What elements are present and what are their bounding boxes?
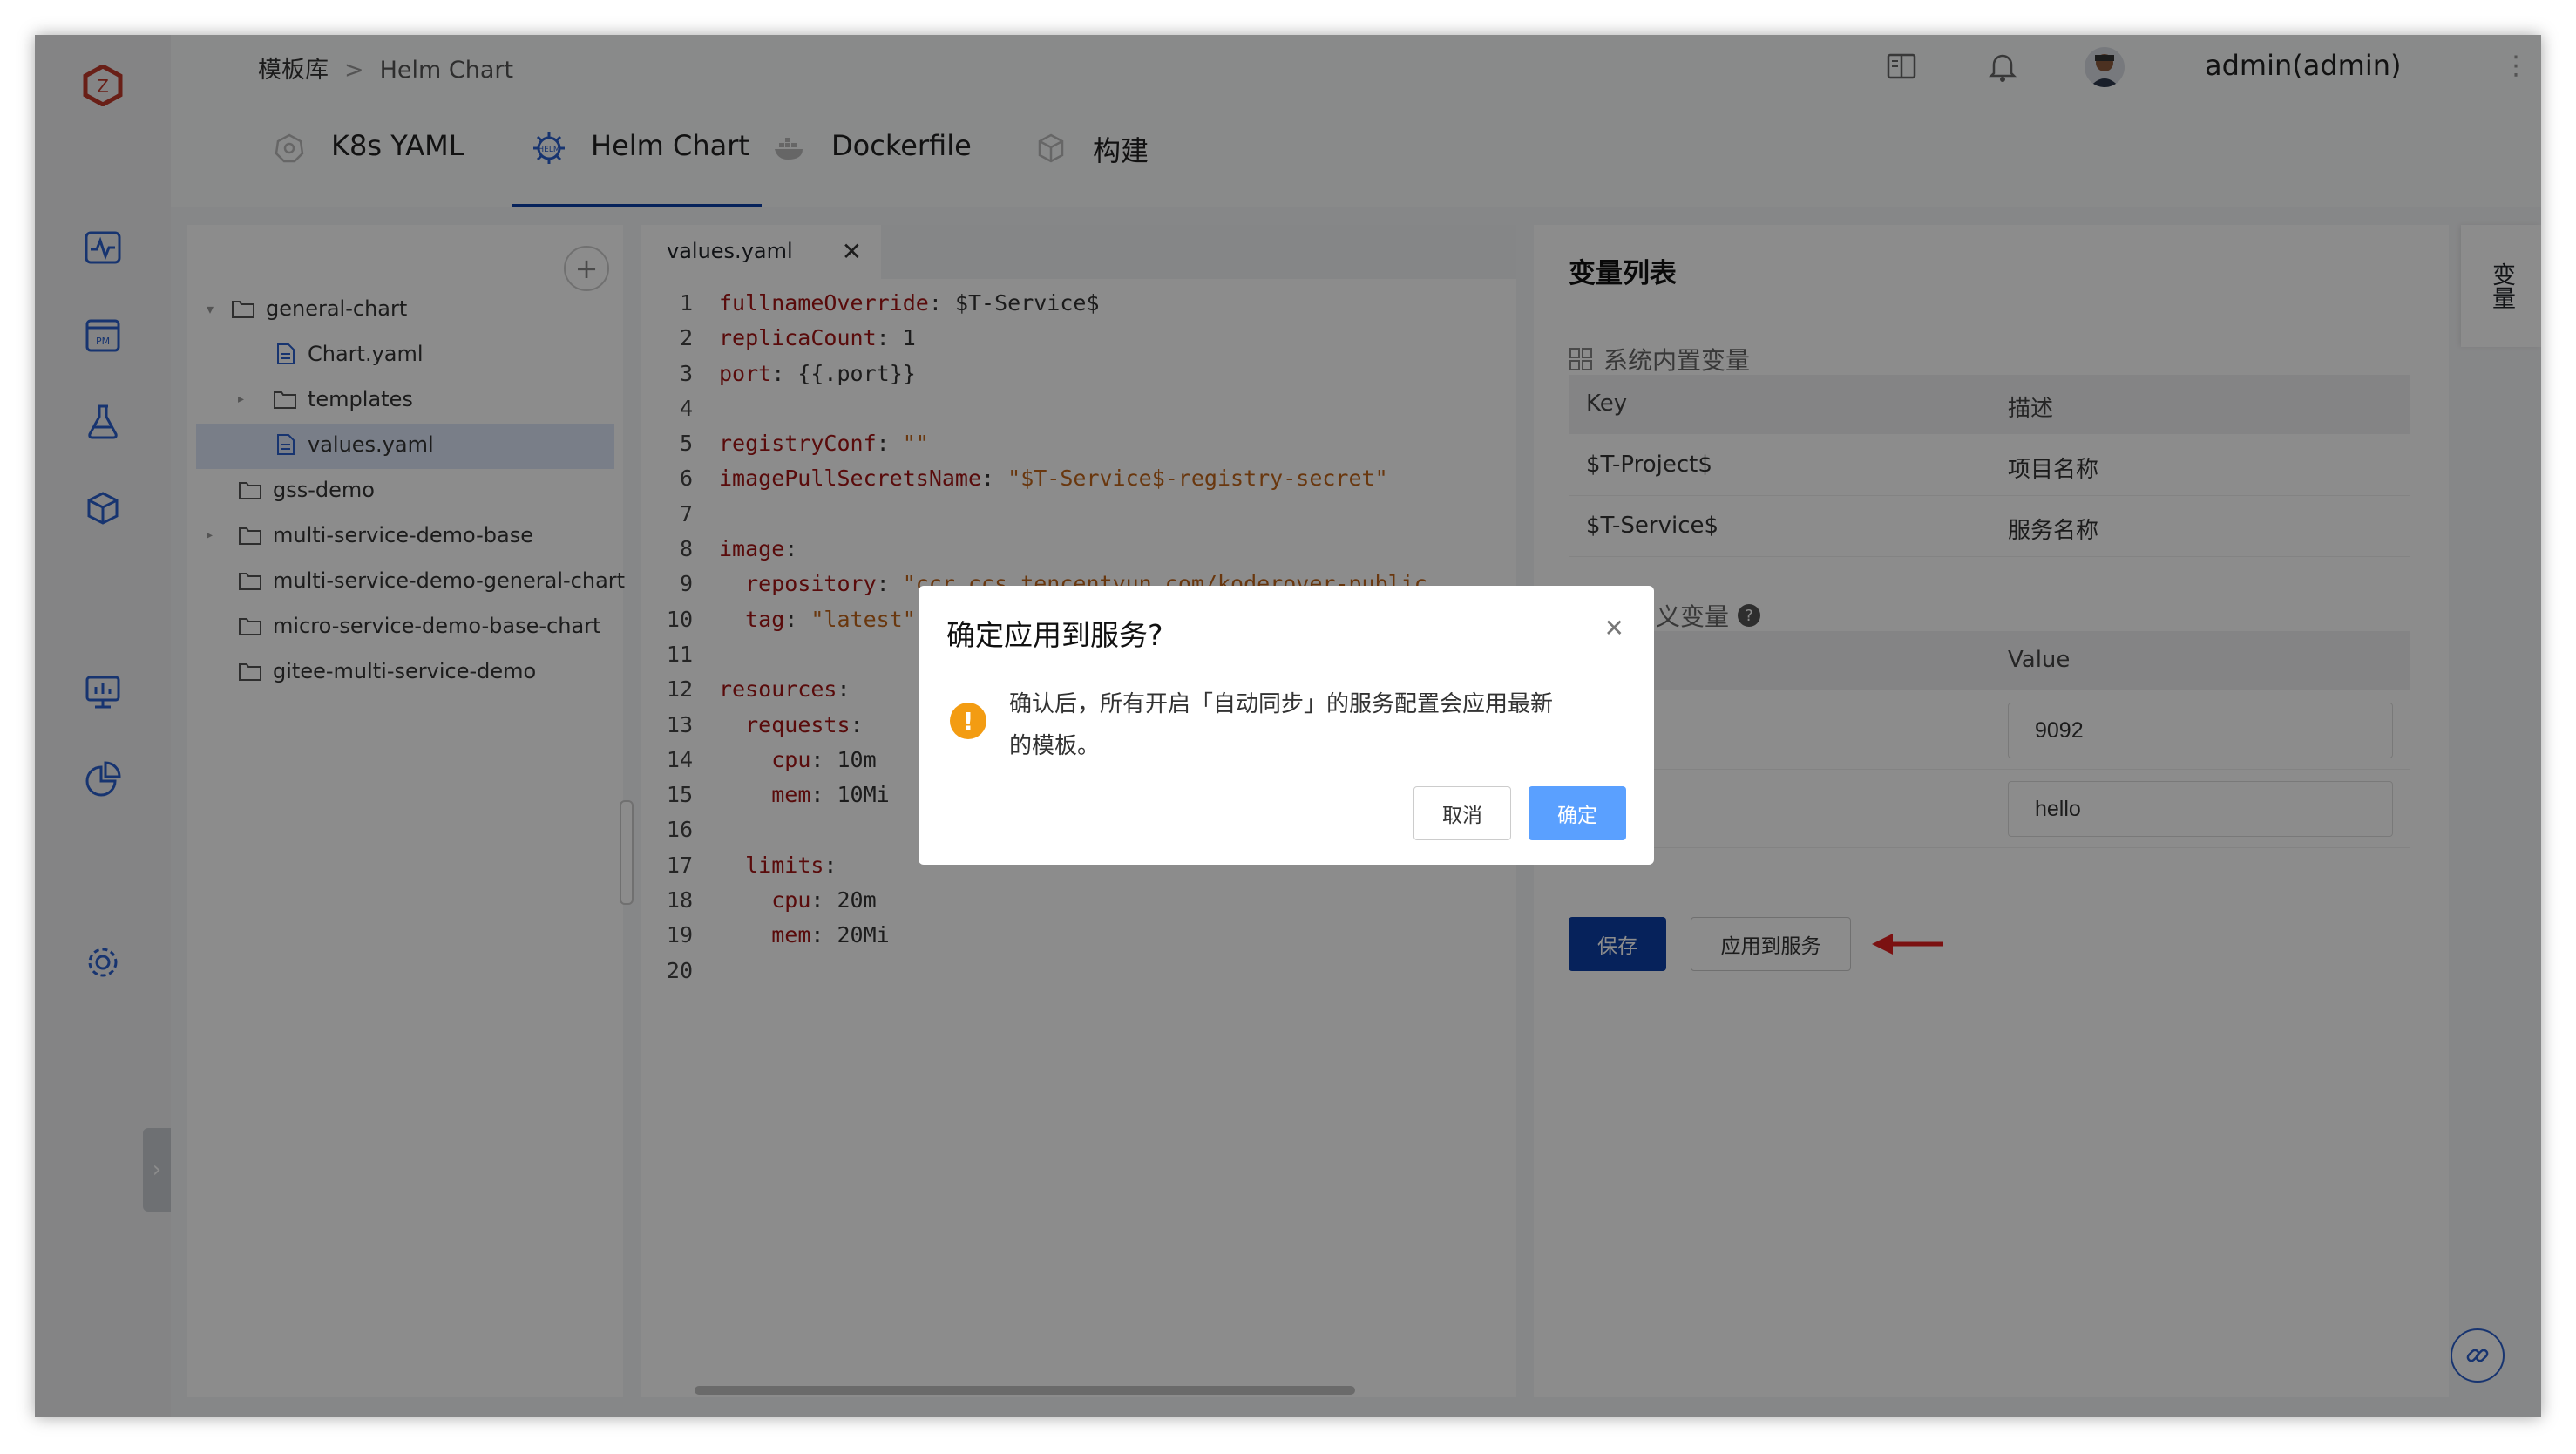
cancel-button[interactable]: 取消 [1413,786,1511,840]
dialog-message-line: 确认后，所有开启「自动同步」的服务配置会应用最新 [1009,691,1554,717]
dialog-message: 确认后，所有开启「自动同步」的服务配置会应用最新 的模板。 [1009,683,1553,767]
warning-icon: ! [950,703,986,739]
confirm-button[interactable]: 确定 [1529,786,1626,840]
dialog-message-line: 的模板。 [1009,733,1101,759]
dialog-title: 确定应用到服务? [946,618,1163,652]
dialog-close-icon[interactable]: ✕ [1604,614,1624,642]
app-window: Z PM › 模板库 > Helm Chart admin(admin) ⋮ K… [35,35,2541,1417]
confirm-dialog: 确定应用到服务? ✕ ! 确认后，所有开启「自动同步」的服务配置会应用最新 的模… [919,586,1654,865]
